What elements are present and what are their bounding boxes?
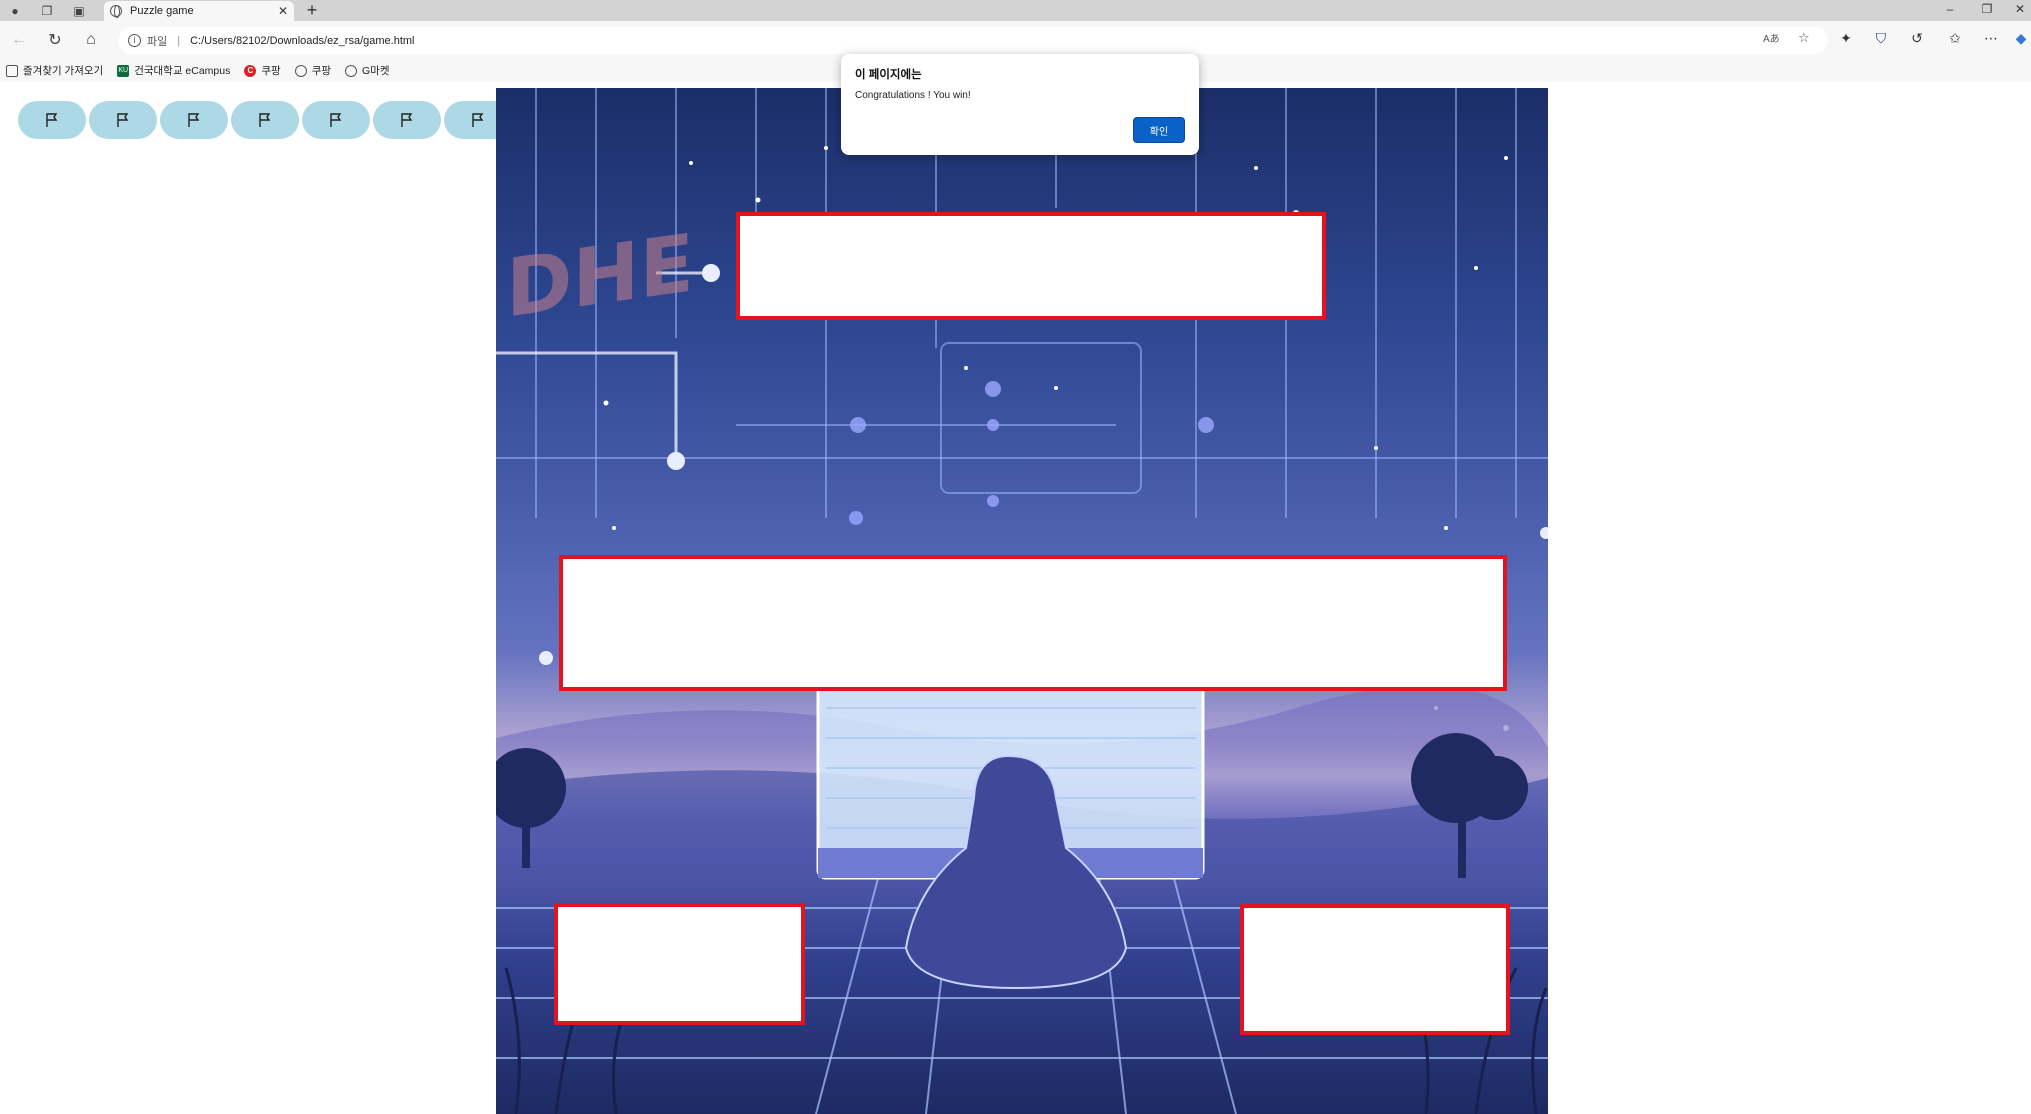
profile-icon[interactable]: ●	[6, 2, 24, 19]
alert-message: Congratulations ! You win!	[855, 90, 971, 101]
favorite-star-icon[interactable]: ☆	[1798, 30, 1810, 46]
alert-title: 이 페이지에는	[855, 69, 922, 81]
flag-button[interactable]	[302, 101, 370, 139]
more-options-icon[interactable]: ⋯	[1980, 30, 2002, 50]
flag-button-row	[18, 101, 512, 139]
flag-button[interactable]	[231, 101, 299, 139]
bookmark-label: 쿠팡	[261, 65, 281, 77]
coupang-icon: C	[244, 64, 257, 77]
bookmark-ecampus[interactable]: KU 건국대학교 eCampus	[117, 63, 230, 78]
bookmark-label: G마켓	[362, 65, 390, 77]
protocol-label: 파일	[147, 35, 168, 48]
bookmark-label: 건국대학교 eCampus	[134, 65, 231, 77]
flag-icon	[188, 113, 200, 127]
home-icon[interactable]: ⌂	[80, 29, 102, 51]
tab-actions-icon[interactable]: ▣	[70, 2, 88, 19]
close-window-icon[interactable]: ✕	[2010, 2, 2030, 16]
bookmark-label: 쿠팡	[311, 65, 332, 77]
flag-icon	[117, 113, 129, 127]
tab-strip: ● ❐ ▣ Puzzle game ✕ + – ❐ ✕	[0, 0, 2031, 21]
shield-icon[interactable]: ⛉	[1870, 30, 1892, 50]
bookmark-coupang[interactable]: C 쿠팡	[244, 63, 281, 78]
answer-box-4[interactable]	[1240, 904, 1510, 1035]
svg-text:DHE: DHE	[506, 216, 694, 336]
answer-box-1[interactable]	[736, 212, 1326, 320]
flag-button[interactable]	[18, 101, 86, 139]
tab-puzzle-game[interactable]: Puzzle game ✕	[104, 1, 294, 21]
bookmark-gmarket[interactable]: G마켓	[345, 63, 390, 78]
globe-icon	[110, 5, 122, 18]
favorites-icon[interactable]: ✩	[1944, 30, 1966, 50]
alert-ok-button[interactable]: 확인	[1133, 117, 1185, 143]
bookmark-import[interactable]: 즐겨찾기 가져오기	[6, 63, 103, 78]
address-bar[interactable]: i 파일 | C:/Users/82102/Downloads/ez_rsa/g…	[118, 27, 1828, 54]
alert-dialog: 이 페이지에는 Congratulations ! You win! 확인	[841, 54, 1199, 155]
refresh-icon[interactable]: ↻	[44, 29, 66, 51]
bookmark-coupang-2[interactable]: 쿠팡	[294, 63, 332, 78]
page-content: DHE	[0, 82, 2031, 1114]
info-icon[interactable]: i	[128, 34, 141, 47]
flag-button[interactable]	[89, 101, 157, 139]
close-tab-icon[interactable]: ✕	[278, 4, 288, 18]
folder-icon	[6, 64, 18, 77]
flag-button[interactable]	[160, 101, 228, 139]
tab-title: Puzzle game	[130, 5, 194, 17]
globe-icon	[345, 64, 358, 77]
read-aloud-icon[interactable]: Aあ	[1763, 30, 1780, 45]
bookmark-label: 즐겨찾기 가져오기	[23, 65, 104, 77]
browser-essentials-icon[interactable]: ↺	[1906, 30, 1928, 50]
flag-button[interactable]	[373, 101, 441, 139]
url-text[interactable]: C:/Users/82102/Downloads/ez_rsa/game.htm…	[190, 35, 414, 47]
collections-icon[interactable]: ❐	[38, 2, 56, 19]
copilot-icon[interactable]: ◆	[2010, 30, 2031, 50]
minimize-icon[interactable]: –	[1940, 2, 1960, 16]
ku-logo-icon: KU	[117, 64, 130, 77]
address-separator: |	[177, 34, 181, 47]
globe-icon	[294, 64, 307, 77]
back-icon[interactable]: ←	[8, 29, 30, 51]
puzzle-game-board[interactable]: DHE	[496, 88, 1548, 1114]
extension-icon[interactable]: ✦	[1835, 30, 1857, 50]
answer-box-3[interactable]	[554, 903, 805, 1025]
flag-icon	[401, 113, 413, 127]
answer-box-2[interactable]	[559, 555, 1507, 691]
flag-icon	[46, 113, 58, 127]
restore-icon[interactable]: ❐	[1977, 2, 1997, 16]
flag-icon	[330, 113, 342, 127]
new-tab-button[interactable]: +	[302, 0, 322, 20]
flag-icon	[472, 113, 484, 127]
flag-icon	[259, 113, 271, 127]
